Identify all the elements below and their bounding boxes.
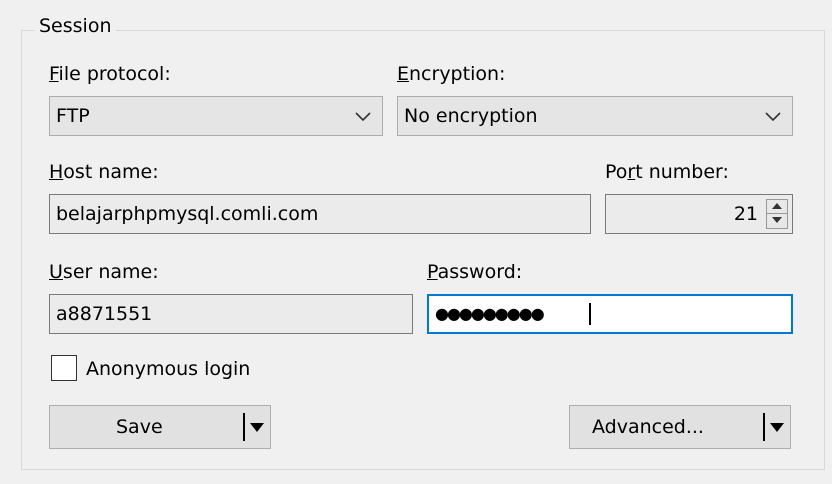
port-number-input[interactable]: 21 — [605, 194, 793, 234]
spin-up-button[interactable] — [767, 200, 787, 214]
save-button-label: Save — [116, 416, 163, 438]
dropdown-arrow-icon[interactable] — [250, 423, 264, 432]
port-spinner[interactable] — [766, 199, 788, 229]
password-input[interactable]: ●●●●●●●●● — [427, 294, 793, 334]
password-value: ●●●●●●●●● — [435, 304, 545, 323]
user-name-value: a8871551 — [56, 303, 153, 325]
text-caret — [589, 303, 591, 325]
encryption-value: No encryption — [404, 105, 538, 127]
chevron-down-icon — [765, 112, 781, 122]
spin-down-button[interactable] — [767, 214, 787, 228]
arrow-down-icon — [772, 217, 782, 223]
session-panel: Session File protocol: FTP Encryption: N… — [0, 0, 832, 484]
file-protocol-label: File protocol: — [49, 63, 171, 85]
port-number-label: Port number: — [605, 161, 729, 183]
anonymous-login-label: Anonymous login — [86, 358, 251, 380]
split-separator — [763, 413, 765, 441]
advanced-button-label: Advanced... — [592, 416, 704, 438]
password-label: Password: — [427, 261, 523, 283]
host-name-value: belajarphpmysql.comli.com — [56, 203, 319, 225]
port-number-value: 21 — [733, 203, 758, 225]
host-name-label: Host name: — [49, 161, 159, 183]
advanced-button[interactable]: Advanced... — [569, 405, 791, 449]
chevron-down-icon — [355, 112, 371, 122]
file-protocol-dropdown[interactable]: FTP — [49, 96, 383, 136]
encryption-label: Encryption: — [397, 63, 506, 85]
arrow-up-icon — [772, 203, 782, 209]
host-name-input[interactable]: belajarphpmysql.comli.com — [49, 194, 591, 234]
file-protocol-value: FTP — [56, 105, 90, 127]
save-button[interactable]: Save — [49, 405, 271, 449]
anonymous-login-checkbox[interactable] — [51, 355, 77, 381]
session-group-title: Session — [35, 14, 116, 38]
user-name-input[interactable]: a8871551 — [49, 294, 413, 334]
user-name-label: User name: — [49, 261, 159, 283]
split-separator — [243, 413, 245, 441]
dropdown-arrow-icon[interactable] — [770, 423, 784, 432]
encryption-dropdown[interactable]: No encryption — [397, 96, 793, 136]
